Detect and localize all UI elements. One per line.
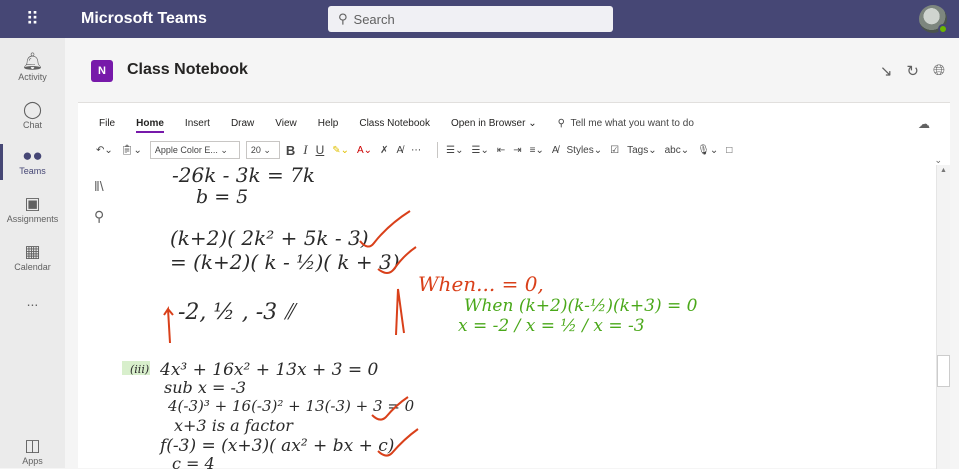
search-placeholder: Search xyxy=(353,11,395,27)
top-bar: ⠿ Microsoft Teams ⚲ Search xyxy=(0,0,959,38)
ink-line-3: (k+2)( 2k² + 5k - 3) xyxy=(170,226,369,250)
ink-arrow xyxy=(395,288,405,336)
rail-item-apps[interactable]: ◫ Apps xyxy=(0,436,65,466)
search-icon: ⚲ xyxy=(338,11,348,26)
rail-label: Chat xyxy=(22,120,42,130)
rail-item-activity[interactable]: 🔔︎ Activity xyxy=(0,52,65,82)
avatar[interactable] xyxy=(919,5,948,34)
rail-item-teams[interactable]: ●● Teams xyxy=(0,144,65,180)
assignments-icon: ▣ xyxy=(24,194,41,213)
search-input[interactable]: ⚲ Search xyxy=(328,6,613,32)
rail-label: Teams xyxy=(19,166,46,176)
minimize-icon[interactable]: ↘ xyxy=(880,62,893,80)
app-title: Microsoft Teams xyxy=(81,10,207,27)
ink-canvas[interactable]: -26k - 3k = 7k b = 5 (k+2)( 2k² + 5k - 3… xyxy=(78,103,936,469)
ink-line-1: -26k - 3k = 7k xyxy=(172,163,315,187)
scroll-up-icon[interactable]: ▲ xyxy=(940,167,947,174)
header-actions: ↘ ↻ 🌐︎ xyxy=(880,62,945,80)
app-rail: 🔔︎ Activity ◯ Chat ●● Teams ▣ Assignment… xyxy=(0,38,65,468)
rail-item-more[interactable]: ... xyxy=(0,293,65,309)
rail-label: Assignments xyxy=(6,214,59,224)
scrollbar-thumb[interactable] xyxy=(937,355,950,387)
refresh-icon[interactable]: ↻ xyxy=(906,62,919,80)
ink-line-8: 4(-3)³ + 16(-3)² + 13(-3) + 3 = 0 xyxy=(167,397,415,415)
ink-roots: -2, ½ , -3 ⫽ xyxy=(178,300,298,325)
ink-line-10: f(-3) = (x+3)( ax² + bx + c) xyxy=(158,436,394,456)
vertical-scrollbar[interactable]: ▲ xyxy=(936,165,950,469)
globe-icon[interactable]: 🌐︎ xyxy=(933,62,945,80)
ink-when-green: When (k+2)(k-½)(k+3) = 0 xyxy=(464,296,698,316)
app-launcher-icon[interactable]: ⠿ xyxy=(0,0,65,38)
ink-green-roots: x = -2 / x = ½ / x = -3 xyxy=(458,316,645,336)
onenote-logo-icon: N xyxy=(91,60,113,82)
ink-line-4: = (k+2)( k - ½)( k + 3) xyxy=(170,250,400,274)
more-icon: ... xyxy=(26,293,39,309)
ink-label-iii: (iii) xyxy=(130,363,149,376)
ink-line-2: b = 5 xyxy=(196,186,248,208)
ink-line-11: c = 4 xyxy=(172,454,215,469)
onenote-canvas: File Home Insert Draw View Help Class No… xyxy=(78,102,950,469)
ink-when-red: When... = 0, xyxy=(418,272,544,296)
rail-label: Apps xyxy=(22,456,43,466)
apps-icon: ◫ xyxy=(24,436,41,455)
rail-label: Calendar xyxy=(14,262,51,272)
presence-status-icon xyxy=(938,24,948,34)
ink-arrow xyxy=(163,305,174,344)
calendar-icon: ▦ xyxy=(24,242,41,261)
page-title: Class Notebook xyxy=(127,61,248,78)
teams-icon: ●● xyxy=(22,146,43,165)
rail-item-calendar[interactable]: ▦ Calendar xyxy=(0,242,65,272)
tab-header: N Class Notebook ↘ ↻ 🌐︎ xyxy=(65,38,959,102)
chat-icon: ◯ xyxy=(22,100,43,119)
ink-line-6: 4x³ + 16x² + 13x + 3 = 0 xyxy=(159,360,378,380)
ink-line-7: sub x = -3 xyxy=(164,378,246,397)
rail-item-chat[interactable]: ◯ Chat xyxy=(0,100,65,130)
bell-icon: 🔔︎ xyxy=(21,52,44,71)
rail-label: Activity xyxy=(18,72,47,82)
rail-item-assignments[interactable]: ▣ Assignments xyxy=(0,194,65,224)
ink-line-9: x+3 is a factor xyxy=(174,416,294,435)
